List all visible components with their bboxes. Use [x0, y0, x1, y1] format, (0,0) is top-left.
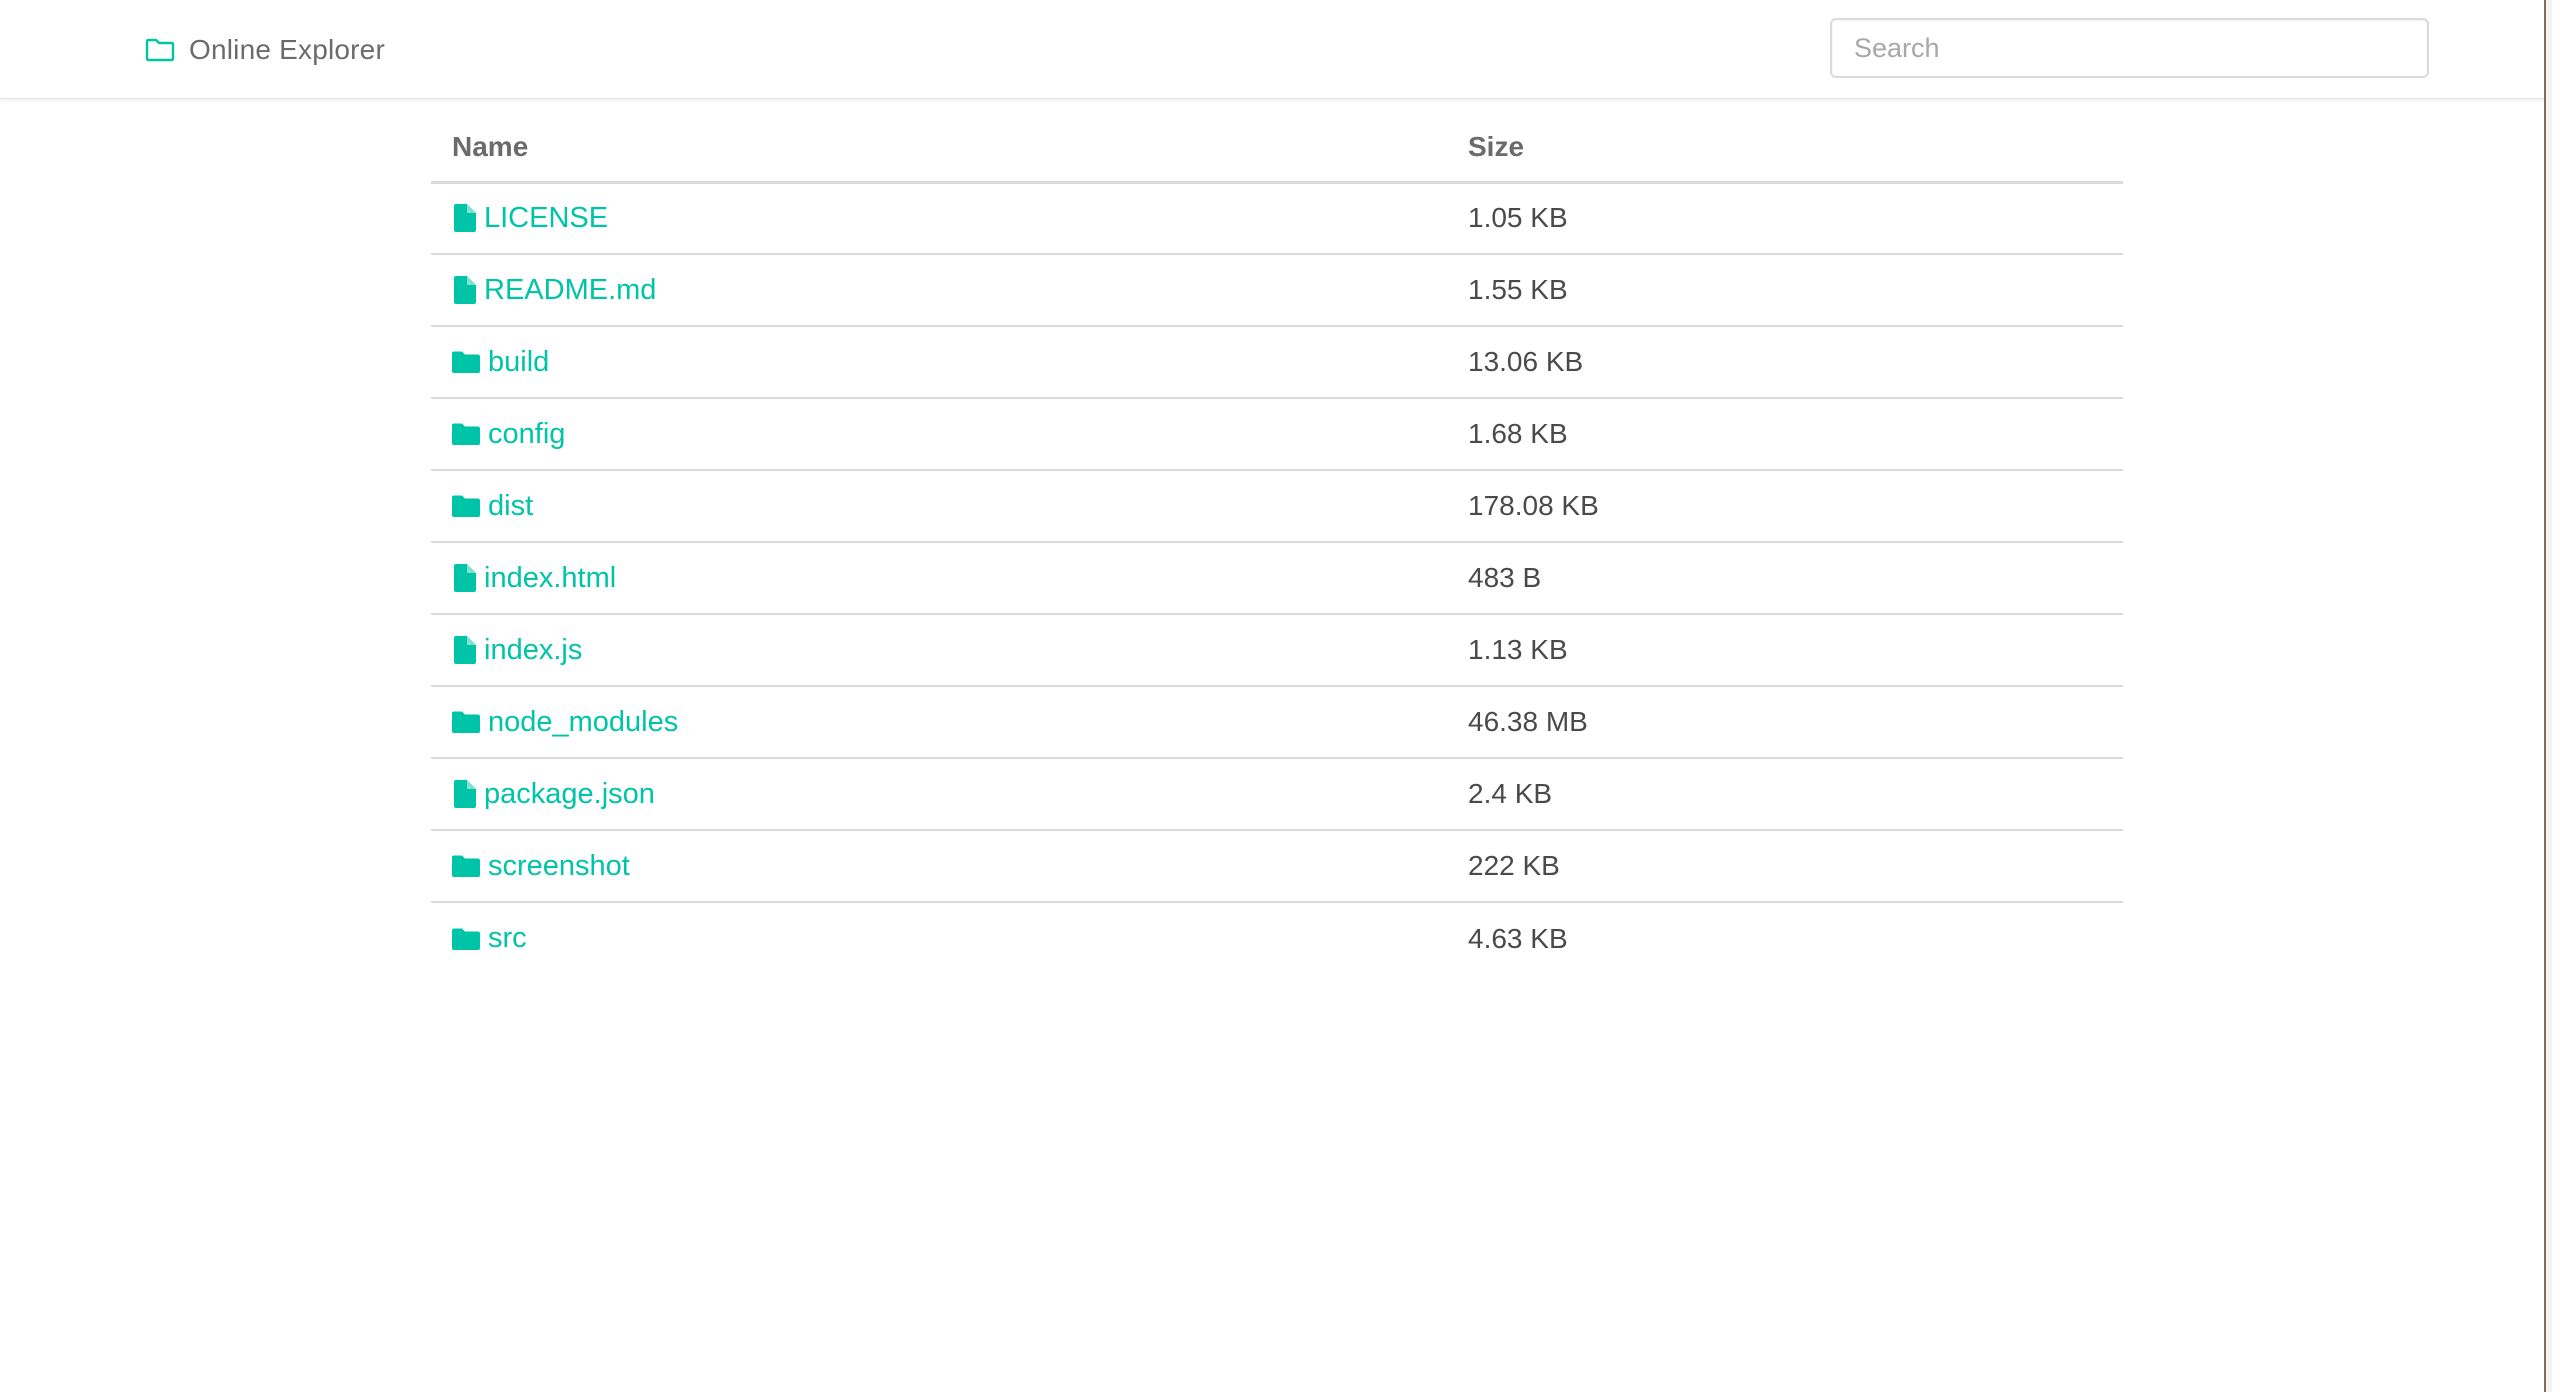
folder-link[interactable]: build	[488, 346, 549, 379]
name-cell-content: build	[452, 346, 1426, 379]
size-cell: 222 KB	[1447, 830, 2123, 903]
table-row[interactable]: src 4.63 KB	[431, 902, 2123, 974]
folder-icon	[452, 710, 480, 734]
name-cell-content: package.json	[452, 778, 1426, 811]
file-icon	[452, 204, 478, 233]
file-icon	[452, 636, 478, 664]
folder-icon	[452, 350, 480, 374]
name-cell: LICENSE	[431, 182, 1447, 255]
file-link[interactable]: package.json	[484, 778, 655, 811]
brand-title: Online Explorer	[189, 34, 385, 65]
name-cell-content: node_modules	[452, 706, 1426, 739]
size-cell: 2.4 KB	[1447, 758, 2123, 831]
folder-icon	[452, 854, 480, 878]
size-cell: 46.38 MB	[1447, 686, 2123, 759]
brand-link[interactable]: Online Explorer	[145, 30, 385, 70]
folder-link[interactable]: node_modules	[488, 706, 678, 739]
table-row[interactable]: build 13.06 KB	[431, 326, 2123, 399]
size-cell: 483 B	[1447, 542, 2123, 615]
name-cell: screenshot	[431, 830, 1447, 903]
table-row[interactable]: config 1.68 KB	[431, 398, 2123, 471]
table-row[interactable]: index.js 1.13 KB	[431, 614, 2123, 687]
name-cell-content: src	[452, 922, 1426, 955]
size-cell: 1.68 KB	[1447, 398, 2123, 471]
name-cell: README.md	[431, 254, 1447, 327]
file-link[interactable]: index.html	[484, 562, 616, 595]
size-cell: 1.05 KB	[1447, 182, 2123, 255]
folder-link[interactable]: config	[488, 418, 565, 451]
name-cell-content: index.html	[452, 562, 1426, 595]
name-cell: package.json	[431, 758, 1447, 831]
file-link[interactable]: README.md	[484, 274, 656, 307]
name-cell: dist	[431, 470, 1447, 543]
file-icon	[452, 276, 478, 304]
search-input[interactable]	[1830, 18, 2429, 78]
size-cell: 4.63 KB	[1468, 922, 1568, 954]
file-table: Name Size LICENSE 1.05 KB README.md 1.55 KB…	[431, 114, 2123, 974]
name-cell-content: LICENSE	[452, 202, 1426, 235]
file-link[interactable]: index.js	[484, 634, 582, 667]
folder-outline-icon	[145, 38, 175, 62]
table-row[interactable]: index.html 483 B	[431, 542, 2123, 615]
name-column-header[interactable]: Name	[431, 114, 1447, 184]
folder-icon	[452, 422, 480, 446]
name-cell: node_modules	[431, 686, 1447, 759]
folder-link[interactable]: src	[488, 922, 527, 955]
size-cell: 1.55 KB	[1447, 254, 2123, 327]
name-cell-content: screenshot	[452, 850, 1426, 883]
table-row[interactable]: package.json 2.4 KB	[431, 758, 2123, 831]
table-header-row: Name Size	[431, 114, 2123, 184]
name-cell-content: dist	[452, 490, 1426, 523]
size-column-header[interactable]: Size	[1447, 114, 2123, 184]
table-row[interactable]: dist 178.08 KB	[431, 470, 2123, 543]
folder-link[interactable]: dist	[488, 490, 533, 523]
size-cell: 13.06 KB	[1447, 326, 2123, 399]
folder-link[interactable]: screenshot	[488, 850, 630, 883]
name-cell-content: README.md	[452, 274, 1426, 307]
name-cell-content: index.js	[452, 634, 1426, 667]
window-edge	[2544, 0, 2552, 1392]
name-cell-content: config	[452, 418, 1426, 451]
name-cell: config	[431, 398, 1447, 471]
navbar: Online Explorer	[0, 0, 2552, 98]
table-row[interactable]: screenshot 222 KB	[431, 830, 2123, 903]
name-cell: index.js	[431, 614, 1447, 687]
table-row[interactable]: README.md 1.55 KB	[431, 254, 2123, 327]
folder-icon	[452, 494, 480, 518]
file-list: LICENSE 1.05 KB README.md 1.55 KB build 13.06…	[431, 182, 2123, 974]
file-icon	[452, 564, 478, 592]
size-cell: 178.08 KB	[1447, 470, 2123, 543]
file-icon	[452, 780, 478, 808]
name-cell: index.html	[431, 542, 1447, 615]
file-link[interactable]: LICENSE	[484, 202, 608, 235]
page: Online Explorer Name Size LICENSE 1.05 KB…	[0, 0, 2552, 1392]
name-cell: src	[431, 902, 1447, 974]
table-row[interactable]: node_modules 46.38 MB	[431, 686, 2123, 759]
table-row[interactable]: LICENSE 1.05 KB	[431, 182, 2123, 255]
name-cell: build	[431, 326, 1447, 399]
size-cell: 1.13 KB	[1447, 614, 2123, 687]
folder-icon	[452, 927, 480, 951]
